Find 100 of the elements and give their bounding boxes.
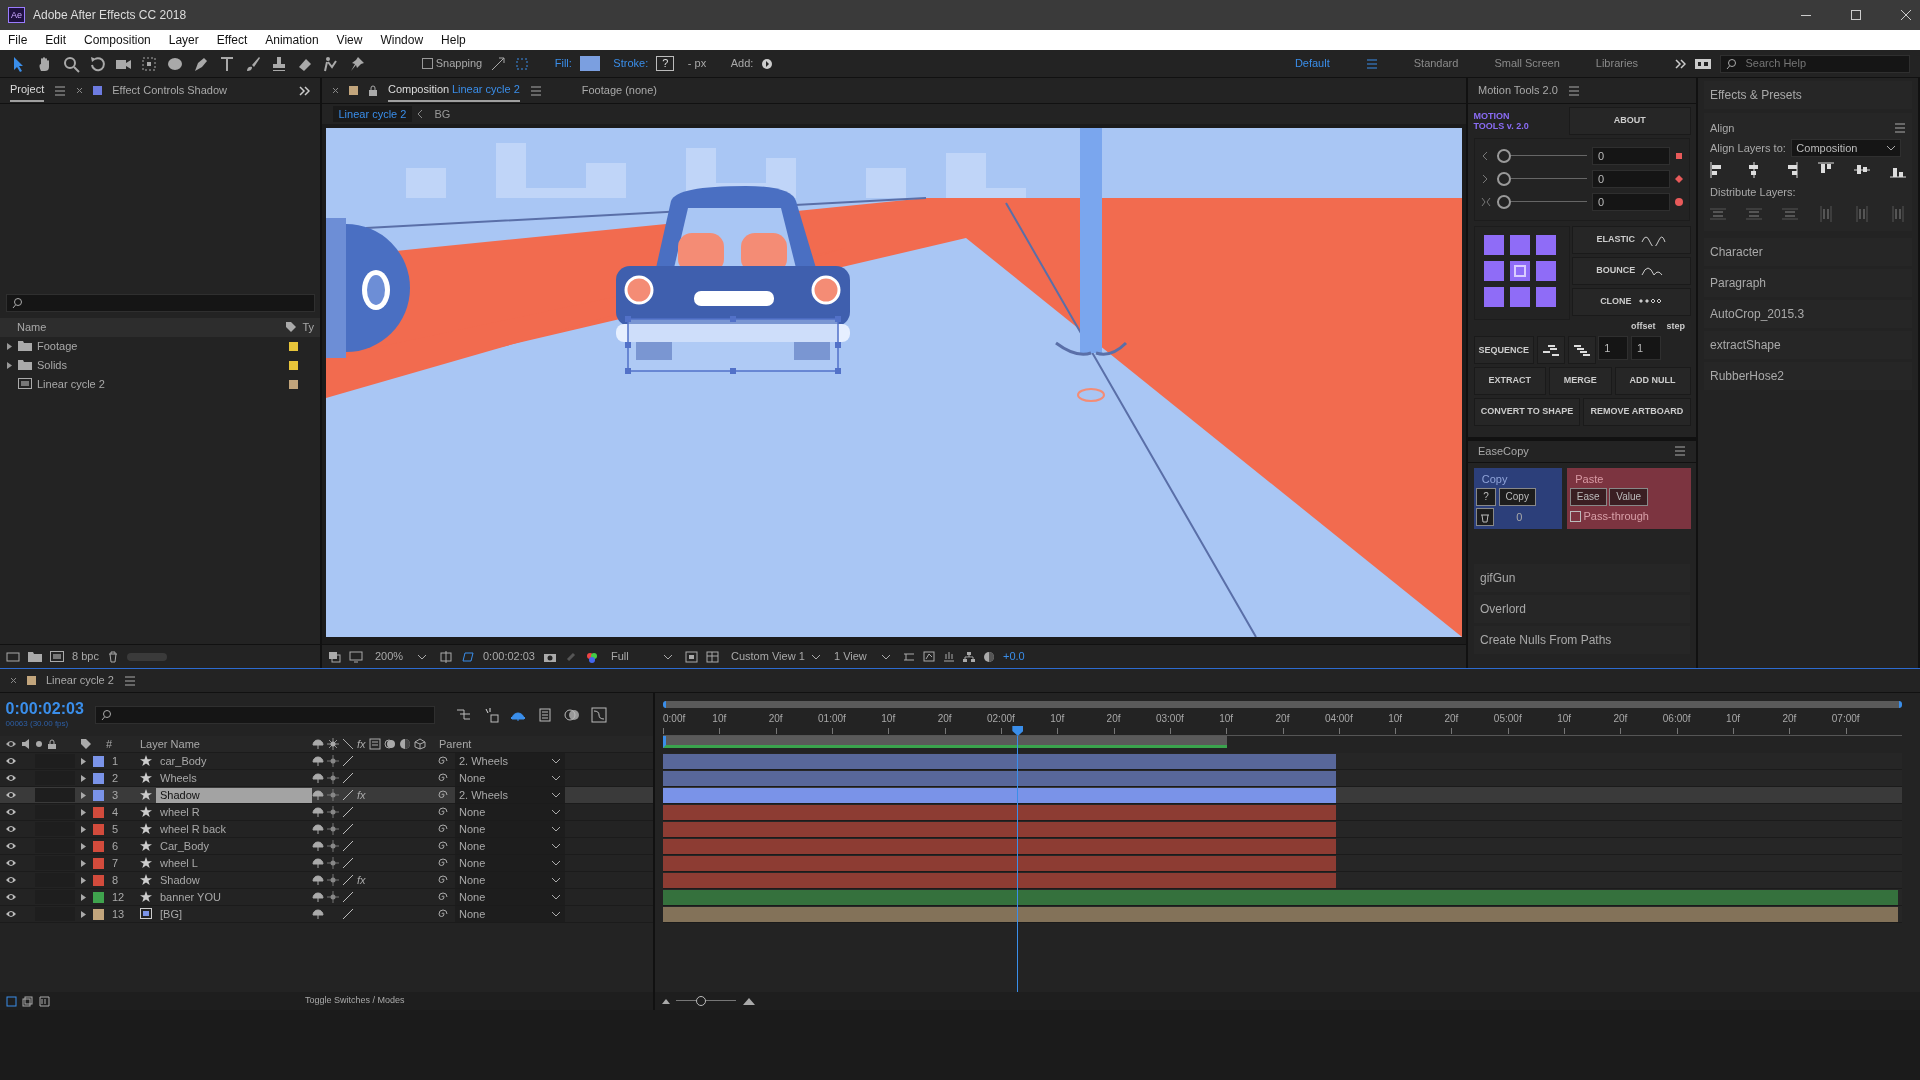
eye-icon[interactable] bbox=[5, 807, 17, 817]
close-tab-icon[interactable] bbox=[10, 677, 17, 684]
quality-switch-icon[interactable] bbox=[342, 857, 354, 869]
panel-tab[interactable]: Footage (none) bbox=[581, 80, 657, 101]
current-time[interactable]: 0:00:02:03 bbox=[483, 648, 535, 665]
eye-icon[interactable] bbox=[5, 909, 17, 919]
value-field[interactable]: 0 bbox=[1592, 170, 1670, 188]
graph-editor-icon[interactable] bbox=[590, 706, 607, 723]
layer-row[interactable]: 7 wheel L None bbox=[0, 855, 653, 872]
toggle-switches-modes-button[interactable]: Toggle Switches / Modes bbox=[305, 994, 405, 1008]
grid-guides-icon[interactable] bbox=[439, 650, 453, 663]
label-tag-icon[interactable] bbox=[80, 738, 92, 750]
ease-button[interactable]: Ease bbox=[1569, 487, 1607, 506]
menu-icon[interactable] bbox=[1894, 121, 1906, 134]
frame-blending-icon[interactable] bbox=[536, 706, 553, 723]
collapse-switch-icon[interactable] bbox=[327, 857, 339, 869]
help-button[interactable]: ? bbox=[1476, 487, 1496, 506]
rotate-icon[interactable] bbox=[88, 54, 106, 73]
quality-switch-icon[interactable] bbox=[342, 755, 354, 767]
action-button[interactable]: MERGE bbox=[1548, 367, 1612, 395]
layer-row[interactable]: 8 Shadow fx None bbox=[0, 872, 653, 889]
search-box[interactable]: Search Help bbox=[1720, 54, 1910, 73]
slider-thumb[interactable] bbox=[1496, 172, 1511, 186]
project-item-name[interactable]: Solids bbox=[37, 356, 284, 374]
quality-switch-icon[interactable] bbox=[342, 823, 354, 835]
panel-tab[interactable]: Effect Controls Shadow bbox=[112, 80, 227, 101]
maximize-icon[interactable] bbox=[1850, 9, 1862, 21]
value-field[interactable]: 0 bbox=[1592, 193, 1670, 211]
menu-item[interactable]: File bbox=[8, 31, 28, 49]
quality-switch-icon[interactable] bbox=[342, 806, 354, 818]
pick-whip-icon[interactable] bbox=[437, 823, 449, 835]
chevrons-right-icon[interactable] bbox=[298, 84, 310, 97]
layer-row[interactable]: 13 [BG] None bbox=[0, 906, 653, 923]
cube-3d-icon[interactable] bbox=[413, 738, 426, 750]
shy-switch-icon[interactable] bbox=[312, 738, 324, 750]
magnification-dropdown[interactable]: 200% bbox=[371, 648, 431, 665]
workspace-tab[interactable]: Small Screen bbox=[1494, 55, 1560, 72]
layer-row[interactable]: 5 wheel R back None bbox=[0, 821, 653, 838]
shy-switch-icon[interactable] bbox=[312, 891, 324, 903]
layer-name[interactable]: Shadow bbox=[156, 787, 312, 803]
project-search-field[interactable] bbox=[5, 294, 315, 312]
bit-depth-label[interactable]: 8 bpc bbox=[72, 648, 99, 665]
column-header[interactable]: Ty bbox=[302, 318, 314, 336]
new-composition-icon[interactable] bbox=[50, 650, 64, 663]
ease-button[interactable]: BOUNCE bbox=[1572, 256, 1691, 285]
collapse-switch-icon[interactable] bbox=[327, 823, 339, 835]
column-header[interactable]: # bbox=[106, 735, 113, 753]
menu-item[interactable]: Window bbox=[380, 31, 424, 49]
value-field[interactable]: 0 bbox=[1592, 147, 1670, 165]
close-icon[interactable] bbox=[1900, 9, 1912, 21]
column-header[interactable]: Parent bbox=[439, 735, 472, 753]
new-folder-icon[interactable] bbox=[28, 650, 42, 663]
close-tab-icon[interactable] bbox=[76, 87, 84, 94]
align-to-dropdown[interactable]: Composition bbox=[1791, 138, 1902, 157]
shy-switch-icon[interactable] bbox=[312, 772, 324, 784]
quality-switch-icon[interactable] bbox=[342, 772, 354, 784]
workspace-tab[interactable]: Libraries bbox=[1595, 55, 1638, 72]
layer-name[interactable]: Wheels bbox=[156, 770, 312, 786]
mask-visibility-icon[interactable] bbox=[461, 650, 475, 663]
project-item-name[interactable]: Linear cycle 2 bbox=[37, 375, 284, 393]
puppet-pin-icon[interactable] bbox=[322, 54, 340, 73]
toggle-pixel-icon[interactable] bbox=[903, 650, 915, 663]
eye-icon[interactable] bbox=[5, 756, 17, 766]
column-header[interactable]: Name bbox=[6, 318, 281, 336]
brush-icon[interactable] bbox=[244, 54, 262, 73]
pick-whip-icon[interactable] bbox=[437, 874, 449, 886]
offset-field[interactable]: 1 bbox=[1598, 336, 1629, 361]
playhead-handle[interactable] bbox=[1012, 726, 1024, 736]
shy-switch-icon[interactable] bbox=[312, 823, 324, 835]
collapse-switch-icon[interactable] bbox=[327, 738, 339, 750]
workspace-tab[interactable]: Default bbox=[1294, 55, 1330, 72]
channel-icon[interactable] bbox=[585, 650, 599, 663]
layer-row[interactable]: 3 Shadow fx 2. Wheels bbox=[0, 787, 653, 804]
eye-icon[interactable] bbox=[5, 858, 17, 868]
layer-name[interactable]: wheel L bbox=[156, 855, 312, 871]
solo-dot-icon[interactable] bbox=[35, 740, 43, 748]
timeline-icon[interactable] bbox=[943, 650, 955, 663]
layer-name[interactable]: car_Body bbox=[156, 753, 312, 769]
type-tool-icon[interactable] bbox=[218, 54, 236, 73]
collapse-switch-icon[interactable] bbox=[327, 891, 339, 903]
collapse-switch-icon[interactable] bbox=[327, 806, 339, 818]
layer-row[interactable]: 4 wheel R None bbox=[0, 804, 653, 821]
fast-preview-icon[interactable] bbox=[923, 650, 935, 663]
expand-panes-icon[interactable] bbox=[22, 995, 33, 1007]
trash-icon[interactable] bbox=[106, 650, 119, 663]
pick-whip-icon[interactable] bbox=[437, 857, 449, 869]
panel-tab[interactable]: Composition Linear cycle 2 bbox=[388, 79, 520, 102]
quality-switch-icon[interactable] bbox=[342, 891, 354, 903]
pick-whip-icon[interactable] bbox=[437, 908, 449, 920]
layer-row[interactable]: 12 banner YOU None bbox=[0, 889, 653, 906]
eye-icon[interactable] bbox=[5, 790, 17, 800]
snap-align-icon[interactable] bbox=[490, 55, 507, 72]
snapping-checkbox[interactable] bbox=[422, 58, 433, 69]
eye-icon[interactable] bbox=[5, 892, 17, 902]
sequence-button[interactable]: SEQUENCE bbox=[1473, 336, 1534, 365]
quality-switch-icon[interactable] bbox=[342, 738, 354, 750]
exposure-value[interactable]: +0.0 bbox=[1003, 648, 1025, 665]
menu-item[interactable]: Animation bbox=[265, 31, 319, 49]
shy-switch-icon[interactable] bbox=[312, 857, 324, 869]
monitor-icon[interactable] bbox=[349, 650, 363, 663]
